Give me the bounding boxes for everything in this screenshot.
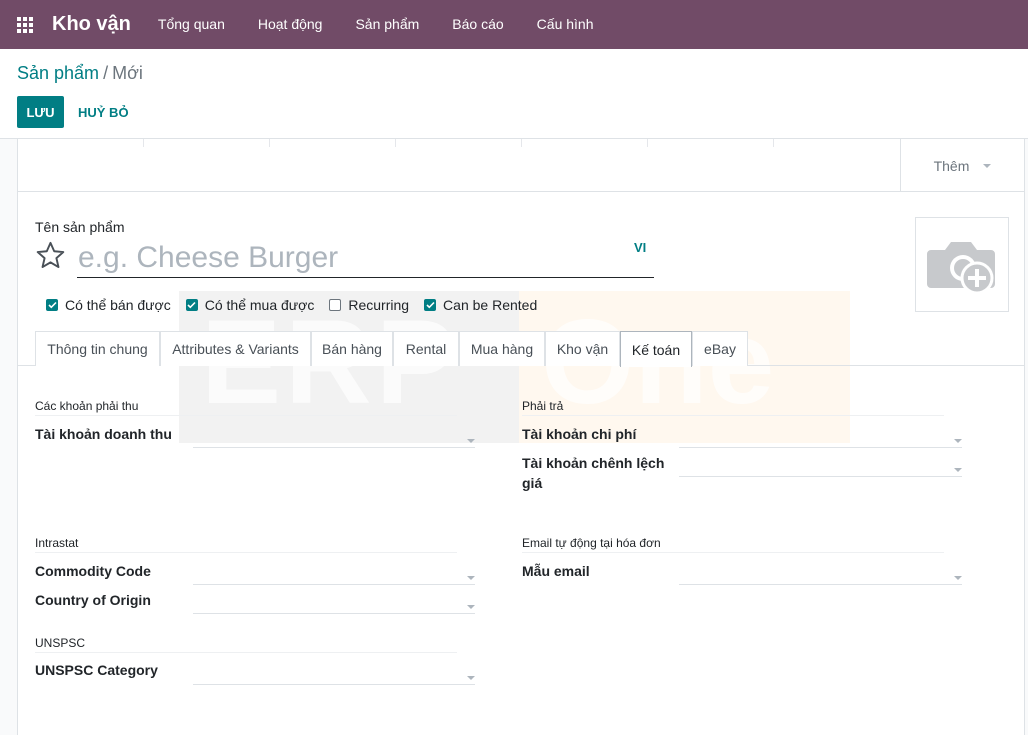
price-difference-account-select[interactable] [679, 455, 962, 477]
smart-button[interactable] [396, 139, 522, 147]
more-button[interactable]: Thêm [900, 139, 1024, 192]
email-template-select[interactable] [679, 563, 962, 585]
checkbox-label: Can be Rented [443, 297, 538, 313]
checkbox-purchase-ok[interactable]: Có thể mua được [185, 297, 315, 313]
breadcrumb-parent[interactable]: Sản phẩm [17, 63, 99, 83]
tab-attributes-variants[interactable]: Attributes & Variants [160, 331, 311, 366]
tab-inventory[interactable]: Kho vận [545, 331, 620, 366]
price-difference-label-line2: giá [522, 475, 543, 491]
unspsc-category-select[interactable] [193, 663, 475, 685]
more-button-label: Thêm [933, 157, 970, 174]
smart-button[interactable] [18, 139, 144, 147]
chevron-down-icon [954, 468, 962, 472]
unspsc-category-label: UNSPSC Category [35, 662, 158, 678]
income-account-select[interactable] [193, 426, 475, 448]
checkbox-icon[interactable] [329, 299, 342, 311]
checkbox-can-be-rented[interactable]: Can be Rented [424, 297, 537, 313]
control-panel: Sản phẩm / Mới LƯU HUỶ BỎ [0, 49, 1028, 139]
group-email-invoice-title: Email tự động tại hóa đơn [522, 536, 944, 553]
smart-button[interactable] [144, 139, 270, 147]
breadcrumb-current: Mới [112, 63, 143, 83]
tab-general-info[interactable]: Thông tin chung [35, 331, 160, 366]
checkbox-label: Recurring [348, 297, 410, 313]
notebook-tabs: Thông tin chung Attributes & Variants Bá… [18, 331, 1024, 367]
menu-item-overview[interactable]: Tổng quan [145, 0, 238, 49]
menu-item-reporting[interactable]: Báo cáo [439, 0, 516, 49]
main-menu: Tổng quan Hoạt động Sản phẩm Báo cáo Cấu… [145, 0, 614, 49]
checkbox-recurring[interactable]: Recurring [329, 297, 409, 313]
menu-item-operations[interactable]: Hoạt động [245, 0, 336, 49]
chevron-down-icon [954, 576, 962, 580]
menu-item-products[interactable]: Sản phẩm [342, 0, 432, 49]
product-image-upload[interactable] [915, 217, 1009, 312]
email-template-label: Mẫu email [522, 563, 590, 579]
tab-purchase[interactable]: Mua hàng [459, 331, 545, 366]
product-name-input[interactable] [77, 238, 654, 278]
product-name-label: Tên sản phẩm [35, 219, 125, 235]
tab-accounting[interactable]: Kế toán [620, 331, 692, 367]
group-receivables-title: Các khoản phải thu [35, 399, 457, 416]
checkbox-icon[interactable] [46, 299, 58, 311]
menu-item-configuration[interactable]: Cấu hình [524, 0, 607, 49]
watermark-logo: ERP One [179, 291, 850, 443]
breadcrumb-separator: / [103, 63, 109, 83]
form-sheet: Thêm ERP One Tên sản phẩm VI Có thể bán … [17, 139, 1025, 735]
country-of-origin-select[interactable] [193, 592, 475, 614]
commodity-code-select[interactable] [193, 563, 475, 585]
chevron-down-icon [983, 163, 992, 168]
chevron-down-icon [467, 439, 475, 443]
income-account-label: Tài khoản doanh thu [35, 426, 172, 442]
checkbox-icon[interactable] [424, 299, 437, 311]
chevron-down-icon [467, 676, 475, 680]
expense-account-label: Tài khoản chi phí [522, 426, 637, 442]
product-options: Có thể bán được Có thể mua được Recurrin… [46, 297, 552, 313]
chevron-down-icon [954, 439, 962, 443]
save-button[interactable]: LƯU [17, 96, 64, 128]
group-payables-title: Phải trả [522, 399, 944, 416]
camera-add-icon [927, 241, 995, 294]
smart-button[interactable] [648, 139, 774, 147]
checkbox-sale-ok[interactable]: Có thể bán được [46, 297, 171, 313]
tab-sales[interactable]: Bán hàng [311, 331, 393, 366]
group-intrastat-title: Intrastat [35, 536, 457, 553]
chevron-down-icon [467, 605, 475, 609]
language-button[interactable]: VI [634, 240, 646, 255]
apps-grid-icon[interactable] [17, 16, 35, 34]
country-of-origin-label: Country of Origin [35, 592, 151, 608]
checkbox-icon[interactable] [185, 299, 198, 311]
chevron-down-icon [467, 576, 475, 580]
top-navbar: Kho vận Tổng quan Hoạt động Sản phẩm Báo… [0, 0, 1028, 49]
group-unspsc-title: UNSPSC [35, 636, 457, 653]
checkbox-label: Có thể mua được [204, 297, 315, 313]
discard-button[interactable]: HUỶ BỎ [68, 96, 139, 128]
smart-button[interactable] [270, 139, 396, 147]
app-brand[interactable]: Kho vận [52, 13, 131, 36]
smart-button-box: Thêm [18, 139, 1024, 192]
expense-account-select[interactable] [679, 426, 962, 448]
smart-button[interactable] [522, 139, 648, 147]
tab-ebay[interactable]: eBay [692, 331, 748, 366]
star-icon[interactable] [34, 239, 67, 272]
commodity-code-label: Commodity Code [35, 563, 151, 579]
breadcrumb: Sản phẩm / Mới [17, 63, 143, 84]
tab-rental[interactable]: Rental [393, 331, 459, 366]
checkbox-label: Có thể bán được [65, 297, 171, 313]
price-difference-account-label: Tài khoản chênh lệch giá [522, 453, 664, 493]
price-difference-label-line1: Tài khoản chênh lệch [522, 455, 665, 471]
